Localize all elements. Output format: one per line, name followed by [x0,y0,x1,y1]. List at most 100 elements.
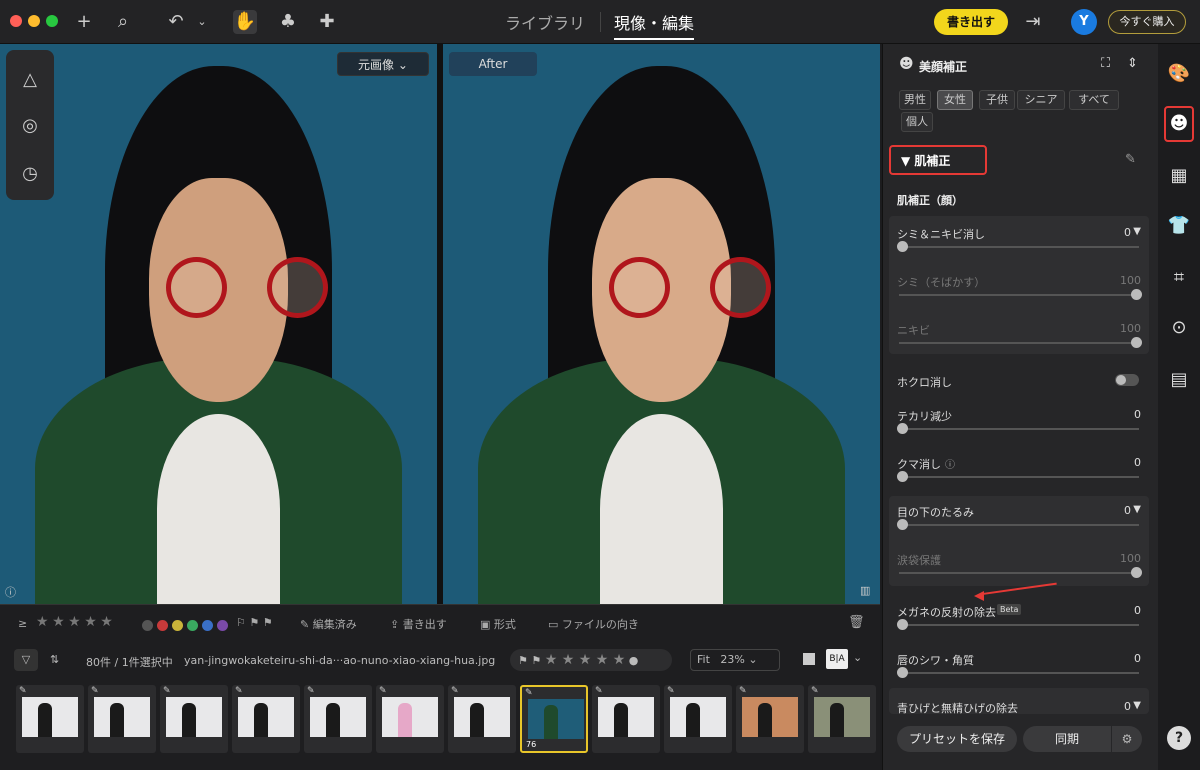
segment-5[interactable]: 個人 [901,112,933,132]
settings-icon[interactable]: ⚙ [1112,726,1142,752]
save-preset-button[interactable]: プリセットを保存 [897,726,1017,752]
book-icon[interactable]: ▥ [860,584,870,597]
face-icon[interactable]: ☻ [1167,112,1191,136]
camera-icon[interactable]: ⊙ [1167,316,1191,340]
zoom-select[interactable]: Fit 23% ⌄ [690,649,780,671]
slider-handle[interactable] [897,471,908,482]
slider-track[interactable] [899,428,1139,430]
slider-handle[interactable] [897,423,908,434]
segment-3[interactable]: シニア [1017,90,1065,110]
sort-icon[interactable]: ⇅ [50,653,59,666]
thumbnail[interactable]: ✎ 76 [520,685,588,753]
slider-row: シミ（そばかす） 100 [897,274,1142,302]
info-icon[interactable]: ⓘ [5,584,16,600]
thumbnail[interactable]: ✎ [88,685,156,753]
segment-1[interactable]: 女性 [937,90,973,110]
slider-track[interactable] [899,524,1139,526]
gradient-icon[interactable]: ▦ [1167,164,1191,188]
format-filter[interactable]: ▣ 形式 [480,616,516,632]
segment-4[interactable]: すべて [1069,90,1119,110]
slider-handle[interactable] [897,667,908,678]
close-window-button[interactable] [10,15,22,27]
history-icon[interactable]: ◷ [18,162,42,186]
slider-handle[interactable] [897,241,908,252]
sync-button[interactable]: 同期 [1023,726,1111,752]
slider-track[interactable] [899,476,1139,478]
hand-tool-icon[interactable]: ✋ [233,10,257,34]
thumbnail[interactable]: ✎ [736,685,804,753]
expand-icon[interactable]: ▼ [1133,504,1141,515]
pen-icon[interactable]: ✎ [1125,152,1136,167]
share-panel-icon[interactable]: ⇥ [1021,10,1045,34]
expand-icon[interactable]: ▼ [1133,700,1141,711]
landscape-icon[interactable]: △ [18,68,42,92]
add-icon[interactable]: + [72,10,96,34]
face-detect-icon[interactable]: ⛶ [1101,56,1110,71]
slider-handle[interactable] [1131,567,1142,578]
radial-icon[interactable]: ◎ [18,114,42,138]
export-button[interactable]: 書き出す [934,9,1008,35]
crop-icon[interactable]: ⌗ [1167,266,1191,290]
thumbnail[interactable]: ✎ [376,685,444,753]
shirt-icon[interactable]: 👕 [1167,214,1191,238]
thumbnail[interactable]: ✎ [808,685,876,753]
search-icon[interactable]: ⌕ [111,10,135,34]
orientation-filter[interactable]: ▭ ファイルの向き [548,616,639,632]
skin-section-toggle[interactable]: ▼ 肌補正 [901,152,950,169]
chevron-down-icon[interactable]: ⌄ [190,10,214,34]
image-viewer[interactable]: 元画像 ⌄ After ⓘ ▥ [0,44,880,604]
palette-icon[interactable]: 🎨 [1167,62,1191,86]
expand-icon[interactable]: ▼ [1133,226,1141,237]
avatar[interactable]: Y [1071,9,1097,35]
single-view-icon[interactable] [803,653,815,665]
original-view-select[interactable]: 元画像 ⌄ [337,52,429,76]
slider-handle[interactable] [1131,337,1142,348]
thumbnail[interactable]: ✎ [592,685,660,753]
buy-now-button[interactable]: 今すぐ購入 [1108,10,1186,34]
info-icon[interactable]: ⓘ [945,456,955,471]
ge-icon[interactable]: ≥ [18,617,27,630]
tab-develop[interactable]: 現像・編集 [614,10,695,40]
healing-tool-icon[interactable]: ✚ [315,10,339,34]
trash-icon[interactable]: 🗑 [848,615,865,630]
undo-icon[interactable]: ↶ [164,10,188,34]
folder-icon[interactable]: ▤ [1167,368,1191,392]
tab-library[interactable]: ライブラリ [505,10,585,34]
edited-filter[interactable]: ✎ 編集済み [300,616,357,632]
filter-icon[interactable]: ▽ [14,649,38,671]
thumbnail[interactable]: ✎ [160,685,228,753]
minimize-window-button[interactable] [28,15,40,27]
thumbnail[interactable]: ✎ [664,685,732,753]
slider-track[interactable] [899,294,1139,296]
slider-handle[interactable] [897,619,908,630]
export-filter[interactable]: ⇪ 書き出す [390,616,447,632]
thumbnail[interactable]: ✎ [16,685,84,753]
chevron-down-icon: ⌄ [397,58,408,72]
zoom-window-button[interactable] [46,15,58,27]
slider-track[interactable] [899,246,1139,248]
brush-tool-icon[interactable]: ♣ [276,10,300,34]
mole-removal-toggle[interactable] [1115,374,1139,386]
thumbnail[interactable]: ✎ [304,685,372,753]
thumbnail[interactable]: ✎ [448,685,516,753]
quick-rating-bar[interactable]: ⚑ ⚑ ★ ★ ★ ★ ★ ● [510,649,672,671]
slider-handle[interactable] [897,519,908,530]
segment-2[interactable]: 子供 [979,90,1015,110]
rating-stars[interactable]: ★ ★ ★ ★ ★ [36,614,113,630]
slider-track[interactable] [899,572,1139,574]
compare-icon[interactable]: ⇕ [1127,56,1138,71]
thumbnail[interactable]: ✎ [232,685,300,753]
chevron-down-icon[interactable]: ⌄ [853,651,862,664]
slider-track[interactable] [899,342,1139,344]
compare-view-icon[interactable]: B|A [826,649,848,669]
slider-handle[interactable] [1131,289,1142,300]
slider-track[interactable] [899,624,1139,626]
slider-label: 唇のシワ・角質 [897,654,974,667]
help-button[interactable]: ? [1167,726,1191,750]
color-label-filter[interactable] [142,618,232,631]
slider-track[interactable] [899,672,1139,674]
flag-icon[interactable]: ⚐ ⚑ ⚑ [236,616,273,629]
segment-0[interactable]: 男性 [899,90,931,110]
thumbnail-figure [686,703,700,737]
edited-badge-icon: ✎ [525,688,533,698]
